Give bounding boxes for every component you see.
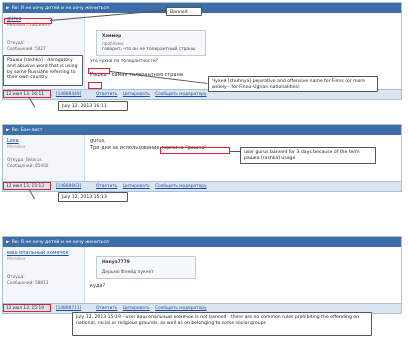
highlight-term-usage bbox=[160, 147, 230, 154]
quote-link[interactable]: Цитировать bbox=[123, 184, 150, 189]
post-id-link[interactable]: [14888449] bbox=[56, 90, 86, 99]
author-status: Member bbox=[7, 257, 26, 262]
post-header: ► Re: Я не хочу детей и не хочу жениться bbox=[3, 237, 401, 247]
report-link[interactable]: Сообщить модератору bbox=[155, 184, 206, 189]
author-column: ваш опальный хомячок Member Откуда: Сооб… bbox=[3, 247, 85, 303]
arrow-icon: ► bbox=[6, 127, 10, 133]
callout-chukhnya-definition: Чухня [chuhnya] pejorative and offensive… bbox=[208, 76, 378, 92]
callout-no-ban-note: July 12, 2013 15:19 - user ваш опальный … bbox=[72, 312, 372, 336]
quote-author: Hanya7779 bbox=[102, 260, 130, 265]
message-text: куда? bbox=[90, 283, 106, 289]
report-link[interactable]: Сообщить модератору bbox=[155, 306, 206, 311]
highlight-date-3 bbox=[3, 304, 51, 312]
quote-block: Hanya7779 Дерьмо Флейд пукнет bbox=[96, 256, 196, 279]
quote-text: говорит, что он не толерантный страны bbox=[102, 47, 196, 52]
reply-link[interactable]: Ответить bbox=[96, 306, 117, 311]
message-question: это чухня по толерантности? bbox=[90, 59, 159, 64]
post-id-link[interactable]: [14888663] bbox=[56, 182, 86, 191]
author-link[interactable]: Lexa bbox=[7, 138, 80, 144]
post-header: ► Re: Бан-лист bbox=[3, 125, 401, 135]
reply-link[interactable]: Ответить bbox=[96, 184, 117, 189]
post-actions: Ответить Цитировать Сообщить модератору bbox=[86, 90, 211, 99]
quote-text: Дерьмо Флейд пукнет bbox=[102, 270, 154, 275]
post-title: Re: Бан-лист bbox=[11, 128, 43, 133]
highlight-rashka-phrase bbox=[88, 82, 102, 89]
quote-meta: проблема bbox=[102, 41, 124, 46]
callout-ban-reason: user gurus banned for 3 days because of … bbox=[240, 147, 376, 164]
quote-link[interactable]: Цитировать bbox=[123, 306, 150, 311]
highlight-chukhnya-phrase bbox=[88, 68, 110, 74]
highlight-banned-status bbox=[4, 18, 52, 24]
callout-date-1: July 12, 2013 16:11 bbox=[58, 101, 128, 111]
author-column: Lexa Member Откуда: Belarus Сообщений: 8… bbox=[3, 135, 85, 181]
author-post-count: Сообщений: 85460 bbox=[7, 163, 49, 168]
arrow-icon: ► bbox=[6, 5, 10, 11]
author-post-count: Сообщений: 58813 bbox=[7, 280, 49, 285]
highlight-date-2 bbox=[3, 182, 51, 190]
quote-link[interactable]: Цитировать bbox=[123, 92, 150, 97]
callout-date-2: July 12, 2013 15:13 bbox=[58, 192, 128, 202]
reply-link[interactable]: Ответить bbox=[96, 92, 117, 97]
author-post-count: Сообщений: 5427 bbox=[7, 46, 46, 51]
author-status: Member bbox=[7, 145, 26, 150]
forum-post-3: ► Re: Я не хочу детей и не хочу жениться … bbox=[2, 236, 402, 314]
post-actions: Ответить Цитировать Сообщить модератору bbox=[86, 182, 211, 191]
post-footer: 12 июл 13, 15:13 [14888663] Ответить Цит… bbox=[3, 181, 401, 191]
post-title: Re: Я не хочу детей и не хочу жениться bbox=[11, 6, 109, 11]
highlight-date-1 bbox=[3, 90, 51, 98]
quote-author: Хэммер bbox=[102, 34, 122, 39]
arrow-icon: ► bbox=[6, 239, 10, 245]
author-link[interactable]: ваш опальный хомячок bbox=[7, 250, 80, 256]
callout-banned: Banned bbox=[166, 7, 202, 16]
callout-rashka-definition: Рашка [rashka] - derogatory and abusive … bbox=[3, 55, 83, 86]
message-body: Hanya7779 Дерьмо Флейд пукнет куда? bbox=[85, 247, 401, 303]
post-title: Re: Я не хочу детей и не хочу жениться bbox=[11, 240, 109, 245]
report-link[interactable]: Сообщить модератору bbox=[155, 92, 206, 97]
post-header: ► Re: Я не хочу детей и не хочу жениться bbox=[3, 3, 401, 13]
quote-block: Хэммер проблема говорит, что он не толер… bbox=[96, 30, 206, 56]
